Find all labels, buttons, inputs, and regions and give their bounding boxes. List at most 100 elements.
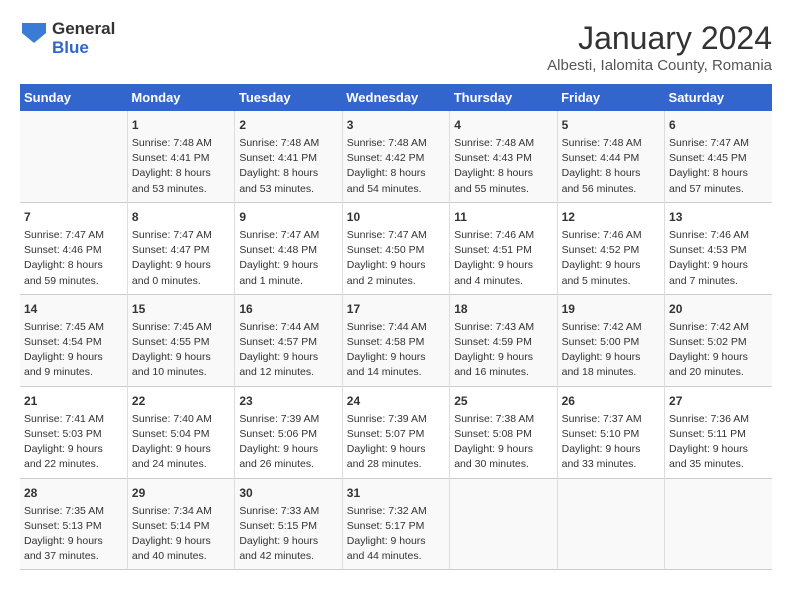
calendar-table: Sunday Monday Tuesday Wednesday Thursday… [20, 84, 772, 570]
day-info: Sunrise: 7:48 AMSunset: 4:44 PMDaylight:… [562, 136, 660, 197]
day-cell: 23Sunrise: 7:39 AMSunset: 5:06 PMDayligh… [235, 386, 342, 478]
day-cell: 16 Sunrise: 7:44 AMSunset: 4:57 PMDayligh… [235, 294, 342, 386]
day-cell: 12Sunrise: 7:46 AMSunset: 4:52 PMDayligh… [557, 202, 664, 294]
day-number: 16 [239, 300, 337, 318]
header-tuesday: Tuesday [235, 84, 342, 111]
day-info: Sunrise: 7:40 AMSunset: 5:04 PMDaylight:… [132, 412, 230, 473]
day-number: 2 [239, 116, 337, 134]
day-cell: 5 Sunrise: 7:48 AMSunset: 4:44 PMDaylight… [557, 111, 664, 202]
day-cell: 20Sunrise: 7:42 AMSunset: 5:02 PMDayligh… [665, 294, 772, 386]
day-cell [665, 478, 772, 570]
day-number: 15 [132, 300, 230, 318]
day-number: 8 [132, 208, 230, 226]
week-row-1: 7 Sunrise: 7:47 AMSunset: 4:46 PMDaylight… [20, 202, 772, 294]
day-number: 29 [132, 484, 230, 502]
day-number: 14 [24, 300, 123, 318]
day-number: 26 [562, 392, 660, 410]
day-cell: 9 Sunrise: 7:47 AMSunset: 4:48 PMDaylight… [235, 202, 342, 294]
day-info: Sunrise: 7:47 AMSunset: 4:50 PMDaylight:… [347, 228, 445, 289]
day-number: 7 [24, 208, 123, 226]
day-info: Sunrise: 7:37 AMSunset: 5:10 PMDaylight:… [562, 412, 660, 473]
day-info: Sunrise: 7:47 AMSunset: 4:45 PMDaylight:… [669, 136, 768, 197]
day-number: 24 [347, 392, 445, 410]
day-info: Sunrise: 7:43 AMSunset: 4:59 PMDaylight:… [454, 320, 552, 381]
day-info: Sunrise: 7:46 AMSunset: 4:51 PMDaylight:… [454, 228, 552, 289]
header-sunday: Sunday [20, 84, 127, 111]
day-number: 5 [562, 116, 660, 134]
header-thursday: Thursday [450, 84, 557, 111]
day-cell [450, 478, 557, 570]
day-number: 28 [24, 484, 123, 502]
day-info: Sunrise: 7:32 AMSunset: 5:17 PMDaylight:… [347, 504, 445, 565]
day-cell: 27Sunrise: 7:36 AMSunset: 5:11 PMDayligh… [665, 386, 772, 478]
week-row-0: 1 Sunrise: 7:48 AMSunset: 4:41 PMDaylight… [20, 111, 772, 202]
logo-blue: Blue [52, 39, 115, 58]
week-row-3: 21 Sunrise: 7:41 AMSunset: 5:03 PMDayligh… [20, 386, 772, 478]
day-cell: 1 Sunrise: 7:48 AMSunset: 4:41 PMDaylight… [127, 111, 234, 202]
day-info: Sunrise: 7:41 AMSunset: 5:03 PMDaylight:… [24, 412, 123, 473]
calendar-subtitle: Albesti, Ialomita County, Romania [547, 57, 772, 74]
day-number: 3 [347, 116, 445, 134]
day-cell: 15 Sunrise: 7:45 AMSunset: 4:55 PMDayligh… [127, 294, 234, 386]
day-number: 31 [347, 484, 445, 502]
day-info: Sunrise: 7:45 AMSunset: 4:55 PMDaylight:… [132, 320, 230, 381]
day-number: 12 [562, 208, 660, 226]
day-number: 19 [562, 300, 660, 318]
day-info: Sunrise: 7:42 AMSunset: 5:00 PMDaylight:… [562, 320, 660, 381]
day-cell: 13 Sunrise: 7:46 AMSunset: 4:53 PMDayligh… [665, 202, 772, 294]
logo-text: General Blue [52, 20, 115, 57]
day-number: 18 [454, 300, 552, 318]
day-number: 17 [347, 300, 445, 318]
day-cell [20, 111, 127, 202]
day-cell: 6 Sunrise: 7:47 AMSunset: 4:45 PMDaylight… [665, 111, 772, 202]
day-number: 30 [239, 484, 337, 502]
day-number: 10 [347, 208, 445, 226]
week-row-4: 28Sunrise: 7:35 AMSunset: 5:13 PMDayligh… [20, 478, 772, 570]
logo-general: General [52, 20, 115, 39]
day-info: Sunrise: 7:48 AMSunset: 4:41 PMDaylight:… [132, 136, 230, 197]
logo-icon [20, 21, 48, 57]
weekday-header-row: Sunday Monday Tuesday Wednesday Thursday… [20, 84, 772, 111]
day-number: 25 [454, 392, 552, 410]
day-number: 11 [454, 208, 552, 226]
day-cell [557, 478, 664, 570]
day-number: 22 [132, 392, 230, 410]
week-row-2: 14 Sunrise: 7:45 AMSunset: 4:54 PMDayligh… [20, 294, 772, 386]
day-info: Sunrise: 7:42 AMSunset: 5:02 PMDaylight:… [669, 320, 768, 381]
day-number: 9 [239, 208, 337, 226]
day-info: Sunrise: 7:47 AMSunset: 4:46 PMDaylight:… [24, 228, 123, 289]
day-cell: 7 Sunrise: 7:47 AMSunset: 4:46 PMDaylight… [20, 202, 127, 294]
day-cell: 14 Sunrise: 7:45 AMSunset: 4:54 PMDayligh… [20, 294, 127, 386]
day-cell: 18 Sunrise: 7:43 AMSunset: 4:59 PMDayligh… [450, 294, 557, 386]
day-cell: 21 Sunrise: 7:41 AMSunset: 5:03 PMDayligh… [20, 386, 127, 478]
day-info: Sunrise: 7:33 AMSunset: 5:15 PMDaylight:… [239, 504, 337, 565]
day-info: Sunrise: 7:46 AMSunset: 4:53 PMDaylight:… [669, 228, 768, 289]
day-info: Sunrise: 7:44 AMSunset: 4:57 PMDaylight:… [239, 320, 337, 381]
calendar-title: January 2024 [547, 20, 772, 57]
day-info: Sunrise: 7:45 AMSunset: 4:54 PMDaylight:… [24, 320, 123, 381]
day-info: Sunrise: 7:34 AMSunset: 5:14 PMDaylight:… [132, 504, 230, 565]
day-cell: 29 Sunrise: 7:34 AMSunset: 5:14 PMDayligh… [127, 478, 234, 570]
day-cell: 25Sunrise: 7:38 AMSunset: 5:08 PMDayligh… [450, 386, 557, 478]
day-number: 1 [132, 116, 230, 134]
day-info: Sunrise: 7:48 AMSunset: 4:41 PMDaylight:… [239, 136, 337, 197]
day-cell: 11 Sunrise: 7:46 AMSunset: 4:51 PMDayligh… [450, 202, 557, 294]
day-info: Sunrise: 7:47 AMSunset: 4:47 PMDaylight:… [132, 228, 230, 289]
day-cell: 22 Sunrise: 7:40 AMSunset: 5:04 PMDayligh… [127, 386, 234, 478]
day-info: Sunrise: 7:39 AMSunset: 5:07 PMDaylight:… [347, 412, 445, 473]
header-friday: Friday [557, 84, 664, 111]
day-number: 13 [669, 208, 768, 226]
day-info: Sunrise: 7:44 AMSunset: 4:58 PMDaylight:… [347, 320, 445, 381]
day-number: 6 [669, 116, 768, 134]
day-number: 27 [669, 392, 768, 410]
day-number: 21 [24, 392, 123, 410]
day-cell: 3Sunrise: 7:48 AMSunset: 4:42 PMDaylight… [342, 111, 449, 202]
header-monday: Monday [127, 84, 234, 111]
day-cell: 24 Sunrise: 7:39 AMSunset: 5:07 PMDayligh… [342, 386, 449, 478]
day-cell: 28Sunrise: 7:35 AMSunset: 5:13 PMDayligh… [20, 478, 127, 570]
day-cell: 8 Sunrise: 7:47 AMSunset: 4:47 PMDaylight… [127, 202, 234, 294]
day-number: 23 [239, 392, 337, 410]
header-wednesday: Wednesday [342, 84, 449, 111]
day-info: Sunrise: 7:47 AMSunset: 4:48 PMDaylight:… [239, 228, 337, 289]
day-number: 4 [454, 116, 552, 134]
